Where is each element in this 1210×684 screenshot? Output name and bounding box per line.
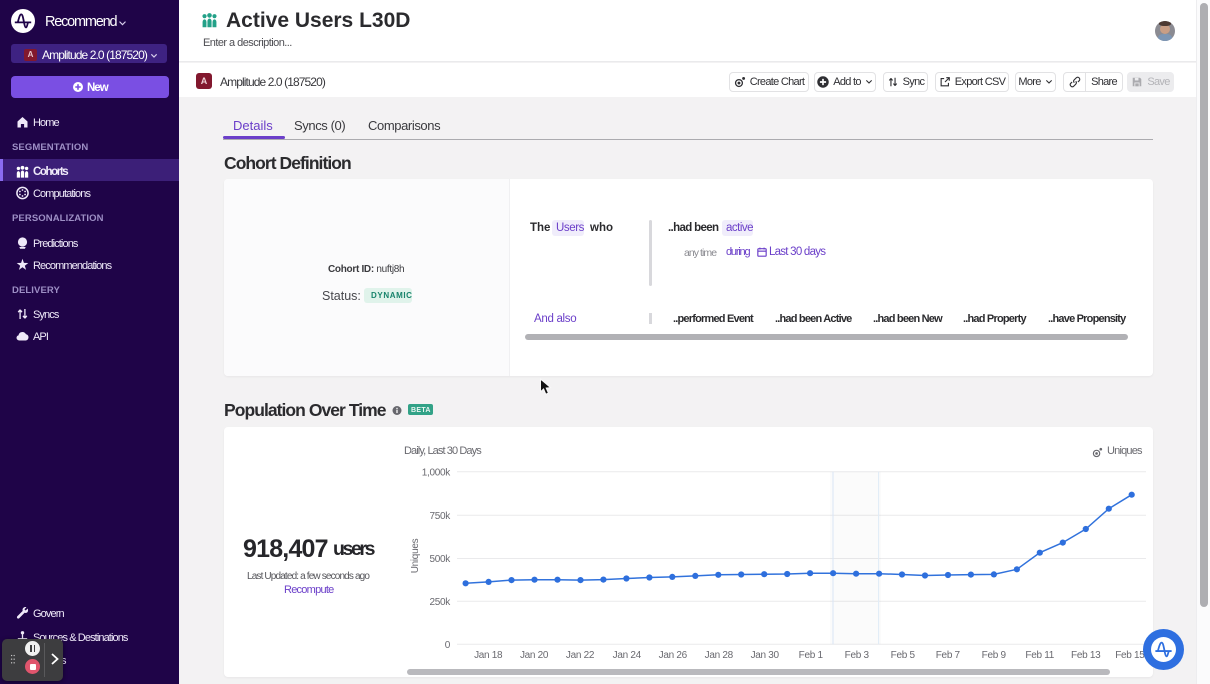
svg-text:Jan 30: Jan 30 <box>751 650 780 661</box>
svg-text:1,000k: 1,000k <box>422 467 452 478</box>
svg-text:Feb 3: Feb 3 <box>845 650 870 661</box>
svg-text:Feb 11: Feb 11 <box>1025 650 1054 661</box>
svg-text:Feb 1: Feb 1 <box>799 650 824 661</box>
svg-text:Jan 18: Jan 18 <box>474 650 503 661</box>
svg-text:Feb 13: Feb 13 <box>1071 650 1101 661</box>
svg-text:Feb 5: Feb 5 <box>891 650 916 661</box>
svg-text:Uniques: Uniques <box>410 538 421 573</box>
svg-text:Jan 22: Jan 22 <box>566 650 595 661</box>
svg-text:500k: 500k <box>430 554 452 565</box>
svg-text:Jan 28: Jan 28 <box>705 650 734 661</box>
svg-text:Feb 9: Feb 9 <box>982 650 1007 661</box>
svg-text:Jan 24: Jan 24 <box>613 650 642 661</box>
svg-text:750k: 750k <box>430 511 452 522</box>
svg-text:Jan 26: Jan 26 <box>659 650 688 661</box>
svg-text:0: 0 <box>445 640 451 651</box>
svg-text:250k: 250k <box>430 597 452 608</box>
svg-text:Jan 20: Jan 20 <box>520 650 549 661</box>
svg-text:Feb 7: Feb 7 <box>936 650 961 661</box>
svg-text:Feb 15: Feb 15 <box>1115 650 1145 661</box>
